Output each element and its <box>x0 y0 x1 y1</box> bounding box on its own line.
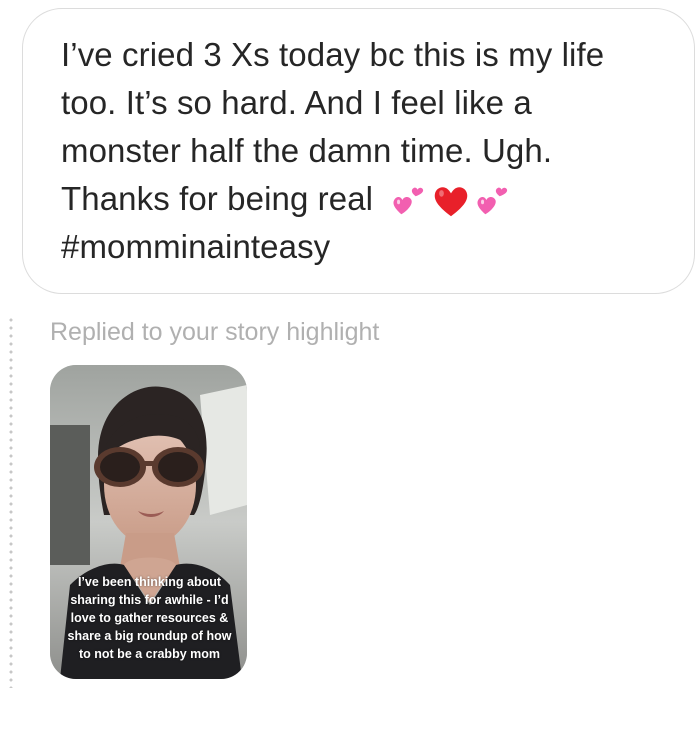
message-bubble[interactable]: I’ve cried 3 Xs today bc this is my life… <box>22 8 695 294</box>
message-line: too. It’s so hard. And I feel like a <box>61 84 532 121</box>
message-line: #momminainteasy <box>61 228 331 265</box>
story-overlay-line: love to gather resources & <box>70 611 229 625</box>
message-line-with-emoji: Thanks for being real <box>61 175 664 223</box>
two-hearts-icon <box>477 187 508 215</box>
two-hearts-icon <box>393 187 424 215</box>
story-overlay-line: to not be a crabby mom <box>79 647 220 661</box>
message-text: I’ve cried 3 Xs today bc this is my life… <box>61 31 664 271</box>
emoji-row <box>390 182 512 220</box>
story-overlay-line: I’ve been thinking about <box>77 575 222 589</box>
reply-caption: Replied to your story highlight <box>50 318 380 346</box>
story-overlay-text: I’ve been thinking about sharing this fo… <box>58 573 241 663</box>
story-overlay-line: sharing this for awhile - I’d <box>70 593 229 607</box>
red-heart-icon <box>435 187 468 217</box>
story-overlay-line: share a big roundup of how <box>67 629 232 643</box>
story-highlight-thumbnail[interactable]: I’ve been thinking about sharing this fo… <box>50 365 247 679</box>
message-line: monster half the damn time. Ugh. <box>61 132 553 169</box>
message-line: I’ve cried 3 Xs today bc this is my life <box>61 36 605 73</box>
message-line: Thanks for being real <box>61 180 374 217</box>
reply-thread-indicator <box>9 316 13 688</box>
